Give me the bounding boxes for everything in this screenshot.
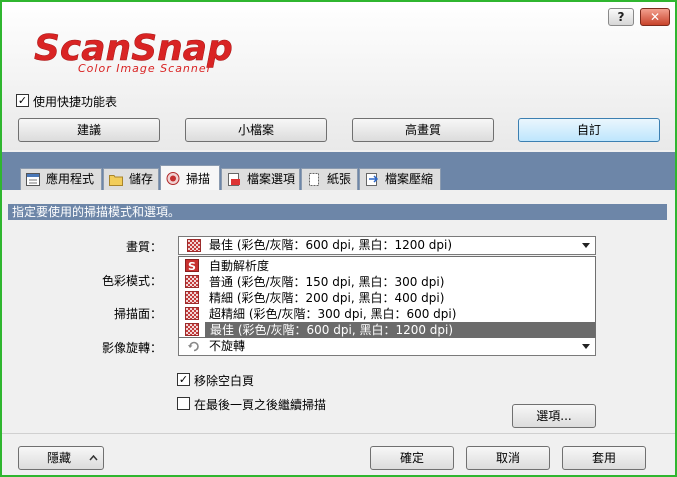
quick-menu-checkbox[interactable]: ✓ <box>16 94 29 107</box>
continue-scan-label: 在最後一頁之後繼續掃描 <box>194 398 327 412</box>
scan-side-label: 掃描面： <box>113 307 162 321</box>
file-options-icon <box>228 173 240 186</box>
tab-application[interactable]: 應用程式 <box>20 168 102 190</box>
rotation-selected-value: 不旋轉 <box>209 339 246 353</box>
svg-text:S: S <box>188 260 196 272</box>
quality-option-label: 普通 (彩色/灰階：150 dpi, 黑白：300 dpi) <box>209 275 445 289</box>
paper-icon <box>309 173 319 186</box>
scansnap-settings-window: ? ✕ ScanSnap Color Image Scanner ✓ 使用快捷功… <box>0 0 677 477</box>
svg-text:Color Image Scanner: Color Image Scanner <box>78 62 213 75</box>
panel-description: 指定要使用的掃描模式和選項。 <box>8 204 667 220</box>
hide-button-label: 隱藏 <box>47 451 72 465</box>
header-area: ? ✕ ScanSnap Color Image Scanner ✓ 使用快捷功… <box>2 2 675 150</box>
footer-bar: 隱藏 確定 取消 套用 <box>2 433 675 475</box>
quality-option-normal[interactable]: 普通 (彩色/灰階：150 dpi, 黑白：300 dpi) <box>179 274 595 290</box>
tab-compression-label: 檔案壓縮 <box>385 172 434 186</box>
help-button[interactable]: ? <box>608 8 634 26</box>
quality-label: 畫質： <box>125 240 162 254</box>
quality-option-best[interactable]: 最佳 (彩色/灰階：600 dpi, 黑白：1200 dpi) <box>205 322 595 338</box>
tab-application-label: 應用程式 <box>46 172 95 186</box>
remove-blank-checkbox[interactable]: ✓ <box>177 373 190 386</box>
preset-recommended-button[interactable]: 建議 <box>18 118 160 142</box>
preset-custom-button[interactable]: 自訂 <box>518 118 660 142</box>
auto-resolution-icon: S <box>185 259 199 272</box>
apply-button[interactable]: 套用 <box>562 446 646 470</box>
chevron-down-icon[interactable] <box>582 344 590 349</box>
tab-save[interactable]: 儲存 <box>103 168 159 190</box>
tab-compression[interactable]: 檔案壓縮 <box>359 168 441 190</box>
quality-option-fine[interactable]: 精細 (彩色/灰階：200 dpi, 黑白：400 dpi) <box>179 290 595 306</box>
quick-menu-label: 使用快捷功能表 <box>33 95 118 109</box>
remove-blank-label: 移除空白頁 <box>194 374 255 388</box>
tab-save-label: 儲存 <box>129 172 154 186</box>
tab-file-options-label: 檔案選項 <box>247 172 296 186</box>
options-button[interactable]: 選項... <box>512 404 596 428</box>
rotate-icon <box>188 341 199 352</box>
tab-paper-label: 紙張 <box>327 172 352 186</box>
tab-scan-label: 掃描 <box>186 172 211 186</box>
preset-small-file-button[interactable]: 小檔案 <box>185 118 327 142</box>
quality-option-auto[interactable]: S 自動解析度 <box>179 258 595 274</box>
tab-paper[interactable]: 紙張 <box>301 168 358 190</box>
rotation-label: 影像旋轉： <box>101 341 162 355</box>
quality-option-label: 最佳 (彩色/灰階：600 dpi, 黑白：1200 dpi) <box>210 323 454 337</box>
chevron-down-icon[interactable] <box>582 243 590 248</box>
quality-best-icon <box>187 239 201 252</box>
hide-button[interactable]: 隱藏 <box>18 446 104 470</box>
application-icon <box>26 173 40 186</box>
quality-option-label: 精細 (彩色/灰階：200 dpi, 黑白：400 dpi) <box>209 291 445 305</box>
tab-file-options[interactable]: 檔案選項 <box>221 168 300 190</box>
quality-dropdown-list: S 自動解析度 普通 (彩色/灰階：150 dpi, 黑白：300 dpi) 精… <box>178 256 596 338</box>
quality-normal-icon <box>185 275 199 288</box>
quality-option-label: 超精細 (彩色/灰階：300 dpi, 黑白：600 dpi) <box>209 307 457 321</box>
chevron-up-icon <box>89 455 98 461</box>
cancel-button[interactable]: 取消 <box>466 446 550 470</box>
rotation-select[interactable]: 不旋轉 <box>178 337 596 356</box>
ok-button[interactable]: 確定 <box>370 446 454 470</box>
continue-scan-checkbox[interactable] <box>177 397 190 410</box>
tab-scan[interactable]: 掃描 <box>160 165 220 191</box>
preset-high-quality-button[interactable]: 高畫質 <box>352 118 494 142</box>
scansnap-logo: ScanSnap Color Image Scanner <box>34 28 233 75</box>
folder-icon <box>109 175 123 186</box>
close-button[interactable]: ✕ <box>640 8 670 26</box>
quality-superfine-icon <box>185 307 199 320</box>
quality-option-superfine[interactable]: 超精細 (彩色/灰階：300 dpi, 黑白：600 dpi) <box>179 306 595 322</box>
quality-best-icon <box>185 323 199 336</box>
quality-fine-icon <box>185 291 199 304</box>
quality-selected-value: 最佳 (彩色/灰階：600 dpi, 黑白：1200 dpi) <box>209 238 453 252</box>
compression-icon <box>366 173 379 186</box>
scan-icon <box>166 172 180 185</box>
quality-option-label: 自動解析度 <box>209 259 270 273</box>
color-mode-label: 色彩模式： <box>101 274 162 288</box>
quality-select[interactable]: 最佳 (彩色/灰階：600 dpi, 黑白：1200 dpi) <box>178 236 596 255</box>
